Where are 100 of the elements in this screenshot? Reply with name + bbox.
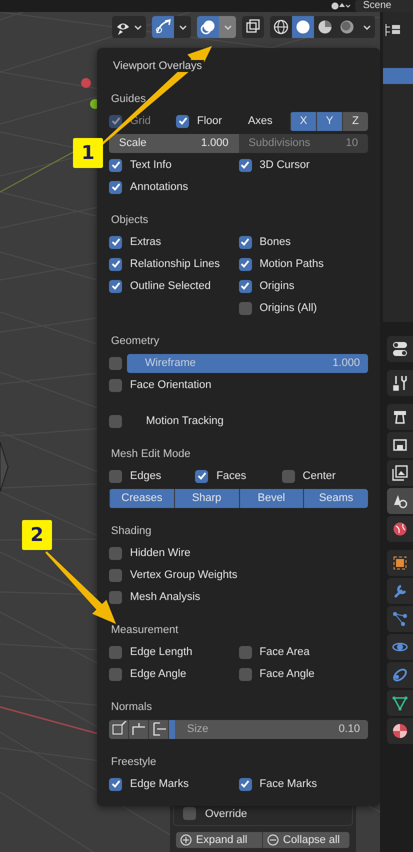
checkbox-label[interactable]: Relationship Lines	[130, 258, 220, 270]
checkbox-label[interactable]: Edge Length	[130, 646, 192, 658]
checkbox-label[interactable]: Edge Marks	[130, 778, 189, 790]
properties-tab[interactable]	[387, 718, 413, 744]
checkbox[interactable]	[109, 414, 122, 428]
section-heading: Freestyle	[111, 755, 158, 770]
checkbox[interactable]	[176, 114, 189, 128]
images-icon	[391, 464, 409, 482]
properties-tab[interactable]	[387, 516, 413, 542]
shading-button[interactable]	[270, 16, 292, 38]
checkbox[interactable]	[238, 158, 252, 172]
checkbox[interactable]	[238, 646, 252, 658]
toggle-button[interactable]: Sharp	[174, 488, 238, 508]
dropdown-button[interactable]	[174, 16, 191, 38]
shading-button[interactable]	[314, 16, 336, 38]
checkbox[interactable]	[109, 280, 122, 292]
properties-tab[interactable]	[387, 432, 413, 458]
toggle-icon	[391, 340, 409, 358]
overlays-button[interactable]	[197, 16, 219, 38]
properties-tab[interactable]	[387, 404, 413, 430]
properties-tab[interactable]	[387, 578, 413, 604]
axis-toggle[interactable]: Z	[342, 112, 368, 130]
checkbox[interactable]	[109, 590, 122, 604]
collapse-button[interactable]: Collapse all	[263, 832, 350, 848]
checkbox[interactable]	[109, 258, 122, 270]
checkbox[interactable]	[109, 158, 122, 172]
properties-tab[interactable]	[387, 460, 413, 486]
checkbox-label[interactable]: Edge Angle	[130, 668, 186, 680]
split-normal-icon	[130, 721, 146, 737]
checkbox-label[interactable]: Floor	[197, 115, 222, 127]
properties-tab[interactable]	[387, 550, 413, 576]
axis-toggle[interactable]: Y	[316, 112, 342, 130]
checkbox[interactable]	[109, 236, 122, 248]
scene-field[interactable]: Scene	[355, 0, 413, 12]
checkbox[interactable]	[183, 807, 196, 820]
checkbox-label[interactable]: Face Angle	[260, 668, 315, 680]
shading-button[interactable]	[292, 16, 314, 38]
checkbox-label[interactable]: Origins	[260, 280, 294, 292]
number-field[interactable]: Scale 1.000	[109, 134, 238, 152]
checkbox-label[interactable]: Motion Tracking	[146, 415, 224, 427]
checkbox[interactable]	[109, 378, 122, 392]
dropdown-button[interactable]	[358, 16, 375, 38]
checkbox-label[interactable]: Face Marks	[260, 778, 317, 790]
toggle-button[interactable]: Seams	[303, 488, 368, 508]
xray-button[interactable]	[242, 16, 264, 38]
toggle-button[interactable]: Bevel	[238, 488, 304, 508]
checkbox-label[interactable]: Mesh Analysis	[130, 591, 200, 603]
visibility-button[interactable]	[112, 16, 146, 38]
checkbox[interactable]	[109, 356, 122, 370]
properties-tab[interactable]	[387, 488, 413, 514]
checkbox[interactable]	[109, 470, 122, 482]
checkbox[interactable]	[238, 258, 252, 270]
triangle-mesh-icon	[391, 694, 409, 712]
checkbox[interactable]	[109, 568, 122, 582]
checkbox-label[interactable]: Outline Selected	[130, 280, 211, 292]
checkbox[interactable]	[109, 646, 122, 658]
normal-mode-button[interactable]	[149, 720, 169, 738]
checkbox-label[interactable]: Extras	[130, 236, 162, 248]
camera-icon	[391, 408, 409, 426]
normal-mode-button[interactable]	[129, 720, 149, 738]
properties-tab[interactable]	[387, 606, 413, 632]
checkbox-label[interactable]: Hidden Wire	[130, 547, 191, 559]
normal-mode-button[interactable]	[109, 720, 129, 738]
checkbox[interactable]	[282, 470, 295, 482]
gizmo-button[interactable]	[152, 16, 174, 38]
scene-icon[interactable]	[329, 1, 351, 11]
plus-icon	[180, 834, 192, 846]
checkbox-label[interactable]: Edges	[130, 470, 162, 482]
checkbox-label[interactable]: Center	[302, 470, 336, 482]
checkbox[interactable]	[109, 546, 122, 560]
toggle-button[interactable]: Creases	[109, 488, 174, 508]
properties-tab[interactable]	[387, 662, 413, 688]
checkbox-label[interactable]: Motion Paths	[260, 258, 324, 270]
properties-tab[interactable]	[387, 336, 413, 362]
properties-tab[interactable]	[387, 370, 413, 396]
checkbox-label[interactable]: Face Orientation	[130, 379, 212, 391]
checkbox[interactable]	[195, 470, 208, 482]
properties-tab[interactable]	[387, 690, 413, 716]
checkbox[interactable]	[109, 668, 122, 680]
checkbox-label[interactable]: Face Area	[260, 646, 310, 658]
checkbox-label[interactable]: Bones	[260, 236, 291, 248]
checkbox-label[interactable]: Vertex Group Weights	[130, 569, 238, 581]
checkbox[interactable]	[238, 236, 252, 248]
checkbox[interactable]	[238, 668, 252, 680]
axis-toggle[interactable]: X	[290, 112, 316, 130]
checkbox-label[interactable]: Origins (All)	[260, 302, 317, 314]
checkbox-label[interactable]: 3D Cursor	[260, 159, 310, 171]
checkbox-label[interactable]: Text Info	[130, 159, 172, 171]
checkbox-label[interactable]: Annotations	[130, 181, 188, 193]
checkbox[interactable]	[238, 778, 252, 790]
checkbox[interactable]	[109, 778, 122, 790]
properties-tab[interactable]	[387, 634, 413, 660]
expand-button[interactable]: Expand all	[176, 832, 263, 848]
checkbox[interactable]	[238, 302, 252, 314]
checkbox-label[interactable]: Override	[205, 808, 248, 820]
rendered-sphere-icon	[338, 18, 356, 36]
slider-field[interactable]: Size 0.10	[169, 720, 368, 738]
checkbox[interactable]	[109, 180, 122, 194]
checkbox[interactable]	[238, 280, 252, 292]
checkbox-label[interactable]: Faces	[216, 470, 246, 482]
